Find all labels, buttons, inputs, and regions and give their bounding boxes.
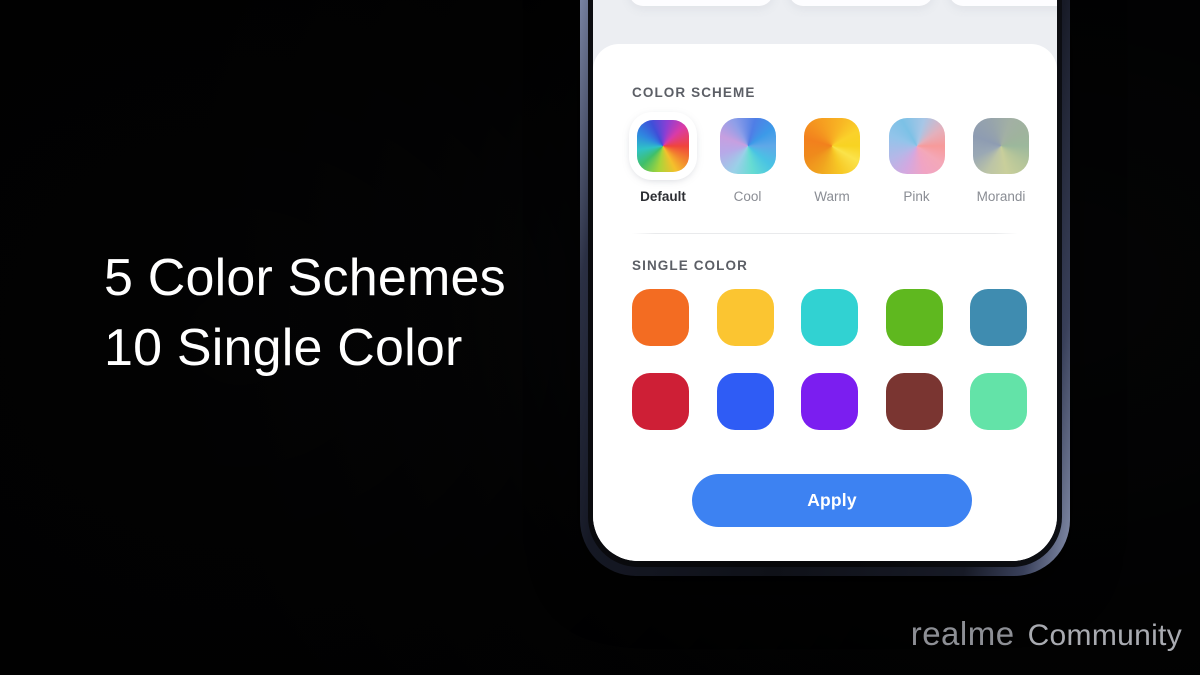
single-color-swatch-crimson[interactable] xyxy=(632,373,689,430)
color-scheme-section-label: COLOR SCHEME xyxy=(632,85,756,100)
background-card xyxy=(629,0,773,6)
single-color-section-label: SINGLE COLOR xyxy=(632,258,748,273)
section-divider xyxy=(632,233,1018,234)
color-scheme-thumbnail-wrapper[interactable] xyxy=(632,115,694,177)
background-card xyxy=(789,0,933,6)
color-scheme-option-label: Pink xyxy=(903,189,930,204)
color-scheme-thumbnail-wrapper[interactable] xyxy=(886,115,948,177)
single-color-swatch-maroon[interactable] xyxy=(885,373,943,430)
page-title: 5 Color Schemes 10 Single Color xyxy=(104,243,506,383)
phone-screen: COLOR SCHEME Default Cool Warm Pink Morandi … xyxy=(593,0,1057,561)
single-color-swatch-turquoise[interactable] xyxy=(801,289,858,346)
color-scheme-list: Default Cool Warm Pink Morandi xyxy=(632,115,1032,204)
color-scheme-thumbnail-wrapper[interactable] xyxy=(970,115,1032,177)
single-color-swatch-mint[interactable] xyxy=(970,373,1027,430)
single-color-swatch-blue[interactable] xyxy=(716,373,774,430)
single-color-swatch-orange[interactable] xyxy=(632,289,689,346)
headline-line-2: 10 Single Color xyxy=(104,319,463,377)
color-scheme-option-warm[interactable]: Warm xyxy=(801,115,863,204)
color-wheel-icon xyxy=(804,118,860,174)
color-wheel-icon xyxy=(888,118,945,174)
background-card xyxy=(949,0,1057,6)
phone-mockup: COLOR SCHEME Default Cool Warm Pink Morandi … xyxy=(580,0,1070,576)
color-scheme-option-default[interactable]: Default xyxy=(632,115,694,204)
single-color-grid xyxy=(632,289,1027,430)
color-scheme-thumbnail-wrapper[interactable] xyxy=(717,115,779,177)
color-scheme-option-pink[interactable]: Pink xyxy=(886,115,948,204)
realme-logo-text: realme xyxy=(910,615,1015,652)
color-wheel-icon xyxy=(637,120,689,172)
color-wheel-icon xyxy=(719,118,776,174)
color-scheme-option-morandi[interactable]: Morandi xyxy=(970,115,1032,204)
single-color-swatch-amber[interactable] xyxy=(716,289,774,346)
color-settings-sheet: COLOR SCHEME Default Cool Warm Pink Morandi … xyxy=(593,44,1057,561)
watermark: realme Community xyxy=(911,615,1182,653)
apply-button[interactable]: Apply xyxy=(692,474,972,527)
color-scheme-option-label: Default xyxy=(640,189,686,204)
community-label: Community xyxy=(1027,619,1182,652)
color-wheel-icon xyxy=(973,118,1029,174)
color-scheme-option-label: Morandi xyxy=(976,189,1026,204)
color-scheme-option-cool[interactable]: Cool xyxy=(717,115,779,204)
color-scheme-option-label: Cool xyxy=(733,189,762,204)
color-scheme-option-label: Warm xyxy=(814,189,850,204)
phone-bezel: COLOR SCHEME Default Cool Warm Pink Morandi … xyxy=(588,0,1062,567)
slide-canvas: 5 Color Schemes 10 Single Color COLOR SC… xyxy=(0,0,1200,675)
single-color-swatch-green[interactable] xyxy=(885,289,943,346)
color-scheme-thumbnail-wrapper[interactable] xyxy=(801,115,863,177)
single-color-swatch-steel-blue[interactable] xyxy=(970,289,1027,346)
headline-line-1: 5 Color Schemes xyxy=(104,249,506,307)
single-color-swatch-violet[interactable] xyxy=(801,373,858,430)
